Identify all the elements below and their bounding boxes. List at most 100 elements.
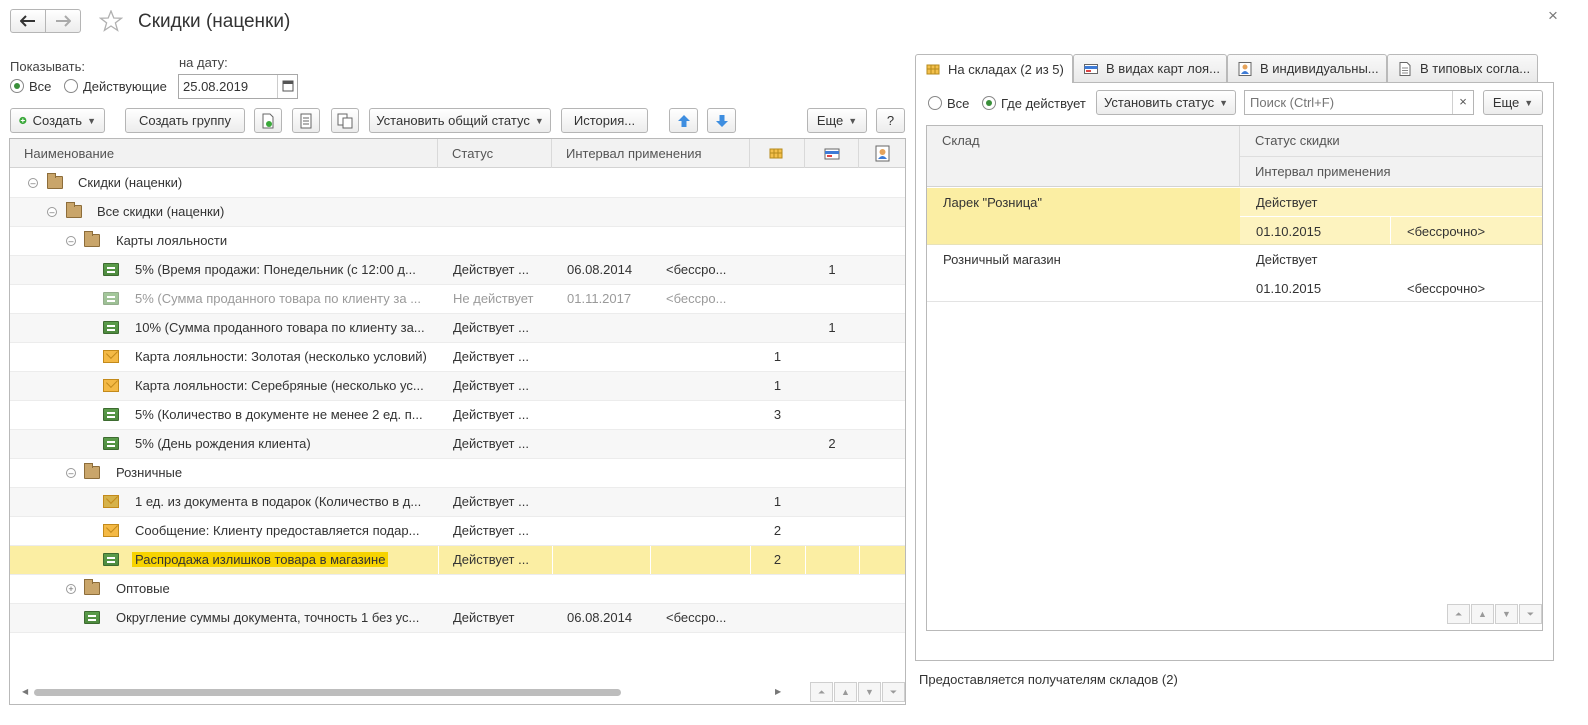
col-warehouse[interactable]: Склад — [927, 126, 1240, 187]
tab-individual[interactable]: В индивидуальны... — [1227, 54, 1387, 82]
table-row[interactable]: Сообщение: Клиенту предоставляется подар… — [10, 517, 905, 546]
horizontal-scrollbar[interactable] — [34, 689, 621, 696]
collapse-icon[interactable]: – — [66, 468, 76, 478]
chevron-down-icon: ▼ — [87, 115, 96, 126]
arrow-right-icon — [56, 15, 71, 27]
row-status: Действует ... — [453, 523, 529, 538]
table-row[interactable]: Карта лояльности: Золотая (несколько усл… — [10, 343, 905, 372]
set-common-status-button[interactable]: Установить общий статус ▼ — [369, 108, 551, 133]
star-icon[interactable] — [99, 10, 123, 32]
collapse-icon[interactable]: – — [66, 236, 76, 246]
print-doc-button[interactable] — [331, 108, 359, 133]
scroll-top-button[interactable]: ⏶ — [810, 682, 833, 702]
radio-active[interactable]: Действующие — [64, 79, 167, 94]
col-interval[interactable]: Интервал применения — [552, 139, 750, 168]
scroll-up-button[interactable]: ▲ — [834, 682, 857, 702]
table-row[interactable]: 5% (День рождения клиента) Действует ...… — [10, 430, 905, 459]
table-row[interactable]: 1 ед. из документа в подарок (Количество… — [10, 488, 905, 517]
discounts-table[interactable]: Наименование Статус Интервал применения … — [9, 138, 906, 705]
tab-card-types[interactable]: В видах карт лоя... — [1073, 54, 1227, 82]
row-from: 01.11.2017 — [567, 291, 632, 306]
col-discount-status[interactable]: Статус скидки — [1240, 126, 1542, 157]
radio-all-indicator[interactable] — [10, 79, 24, 93]
close-icon[interactable]: × — [1548, 6, 1558, 26]
help-button[interactable]: ? — [876, 108, 905, 133]
expand-icon[interactable]: + — [66, 584, 76, 594]
scroll-top-button[interactable]: ⏶ — [1447, 604, 1470, 624]
row-count-warehouses: 1 — [773, 494, 782, 509]
table-row[interactable]: Карта лояльности: Серебряные (несколько … — [10, 372, 905, 401]
collapse-icon[interactable]: – — [47, 207, 57, 217]
move-up-button[interactable] — [669, 108, 698, 133]
table-row-selected[interactable]: Ларек "Розница" Действует 01.10.2015 <бе… — [927, 188, 1542, 245]
table-row[interactable]: Розничный магазин Действует 01.10.2015 <… — [927, 245, 1542, 302]
scroll-down-button[interactable]: ▼ — [1495, 604, 1518, 624]
right-radio-active[interactable]: Где действует — [982, 96, 1086, 111]
table-row[interactable]: – Розничные — [10, 459, 905, 488]
radio-active-indicator[interactable] — [64, 79, 78, 93]
collapse-icon[interactable]: – — [28, 178, 38, 188]
folder-icon — [84, 463, 100, 479]
row-name-text: Распродажа излишков товара в магазине — [132, 552, 389, 567]
row-status: Действует ... — [453, 436, 529, 451]
row-from: 06.08.2014 — [567, 262, 633, 277]
scroll-bottom-button[interactable]: ⏷ — [882, 682, 905, 702]
scroll-left-icon[interactable]: ◀ — [22, 687, 28, 696]
radio-all[interactable]: Все — [10, 79, 51, 94]
calendar-icon[interactable] — [277, 75, 297, 98]
table-row[interactable]: 5% (Количество в документе не менее 2 ед… — [10, 401, 905, 430]
row-status: Действует — [453, 610, 515, 625]
more-button[interactable]: Еще ▼ — [807, 108, 867, 133]
col-interval[interactable]: Интервал применения — [1240, 157, 1542, 187]
row-name: Оптовые — [116, 581, 170, 596]
row-count-warehouses: 1 — [773, 378, 782, 393]
row-status: Не действует — [453, 291, 534, 306]
row-name: 5% (Время продажи: Понедельник (с 12:00 … — [135, 262, 416, 277]
col-individual[interactable] — [859, 139, 905, 168]
right-more-button[interactable]: Еще ▼ — [1483, 90, 1543, 115]
scroll-down-button[interactable]: ▼ — [858, 682, 881, 702]
card-icon — [824, 148, 840, 160]
table-row[interactable]: + Оптовые — [10, 575, 905, 604]
scroll-bottom-button[interactable]: ⏷ — [1519, 604, 1542, 624]
col-status[interactable]: Статус — [438, 139, 552, 168]
tab-warehouses[interactable]: На складах (2 из 5) — [915, 54, 1073, 83]
table-row-selected[interactable]: Распродажа излишков товара в магазине Де… — [10, 546, 905, 575]
right-radio-all[interactable]: Все — [928, 96, 969, 111]
col-name[interactable]: Наименование — [10, 139, 438, 168]
list-doc-button[interactable] — [292, 108, 320, 133]
back-button[interactable] — [10, 9, 46, 33]
history-button[interactable]: История... — [561, 108, 648, 133]
date-value[interactable]: 25.08.2019 — [183, 79, 248, 94]
scroll-right-icon[interactable]: ▶ — [775, 687, 781, 696]
table-row[interactable]: – Все скидки (наценки) — [10, 198, 905, 227]
tab-agreements[interactable]: В типовых согла... — [1387, 54, 1538, 82]
table-row[interactable]: 5% (Сумма проданного товара по клиенту з… — [10, 285, 905, 314]
col-warehouses[interactable] — [750, 139, 805, 168]
table-row[interactable]: – Скидки (наценки) — [10, 169, 905, 198]
tab-label: В индивидуальны... — [1260, 61, 1379, 76]
table-row[interactable]: – Карты лояльности — [10, 227, 905, 256]
row-name: 1 ед. из документа в подарок (Количество… — [135, 494, 422, 509]
move-down-button[interactable] — [707, 108, 736, 133]
right-radio-active-indicator[interactable] — [982, 96, 996, 110]
set-status-button[interactable]: Установить статус ▼ — [1096, 90, 1236, 115]
more-label: Еще — [816, 113, 844, 128]
col-card-types[interactable] — [805, 139, 859, 168]
search-field[interactable]: × — [1244, 90, 1474, 115]
clear-search-icon[interactable]: × — [1452, 91, 1473, 114]
right-radio-all-indicator[interactable] — [928, 96, 942, 110]
row-status: Действует — [1256, 252, 1318, 267]
create-group-button[interactable]: Создать группу — [125, 108, 245, 133]
table-row[interactable]: Округление суммы документа, точность 1 б… — [10, 604, 905, 633]
copy-doc-button[interactable] — [254, 108, 282, 133]
table-row[interactable]: 10% (Сумма проданного товара по клиенту … — [10, 314, 905, 343]
table-row[interactable]: 5% (Время продажи: Понедельник (с 12:00 … — [10, 256, 905, 285]
search-input[interactable] — [1245, 91, 1453, 114]
date-field[interactable]: 25.08.2019 — [178, 74, 298, 99]
forward-button[interactable] — [45, 9, 81, 33]
create-button[interactable]: Создать ▼ — [10, 108, 105, 133]
warehouses-table[interactable]: Склад Статус скидки Интервал применения … — [926, 125, 1543, 631]
folder-icon — [84, 579, 100, 595]
scroll-up-button[interactable]: ▲ — [1471, 604, 1494, 624]
